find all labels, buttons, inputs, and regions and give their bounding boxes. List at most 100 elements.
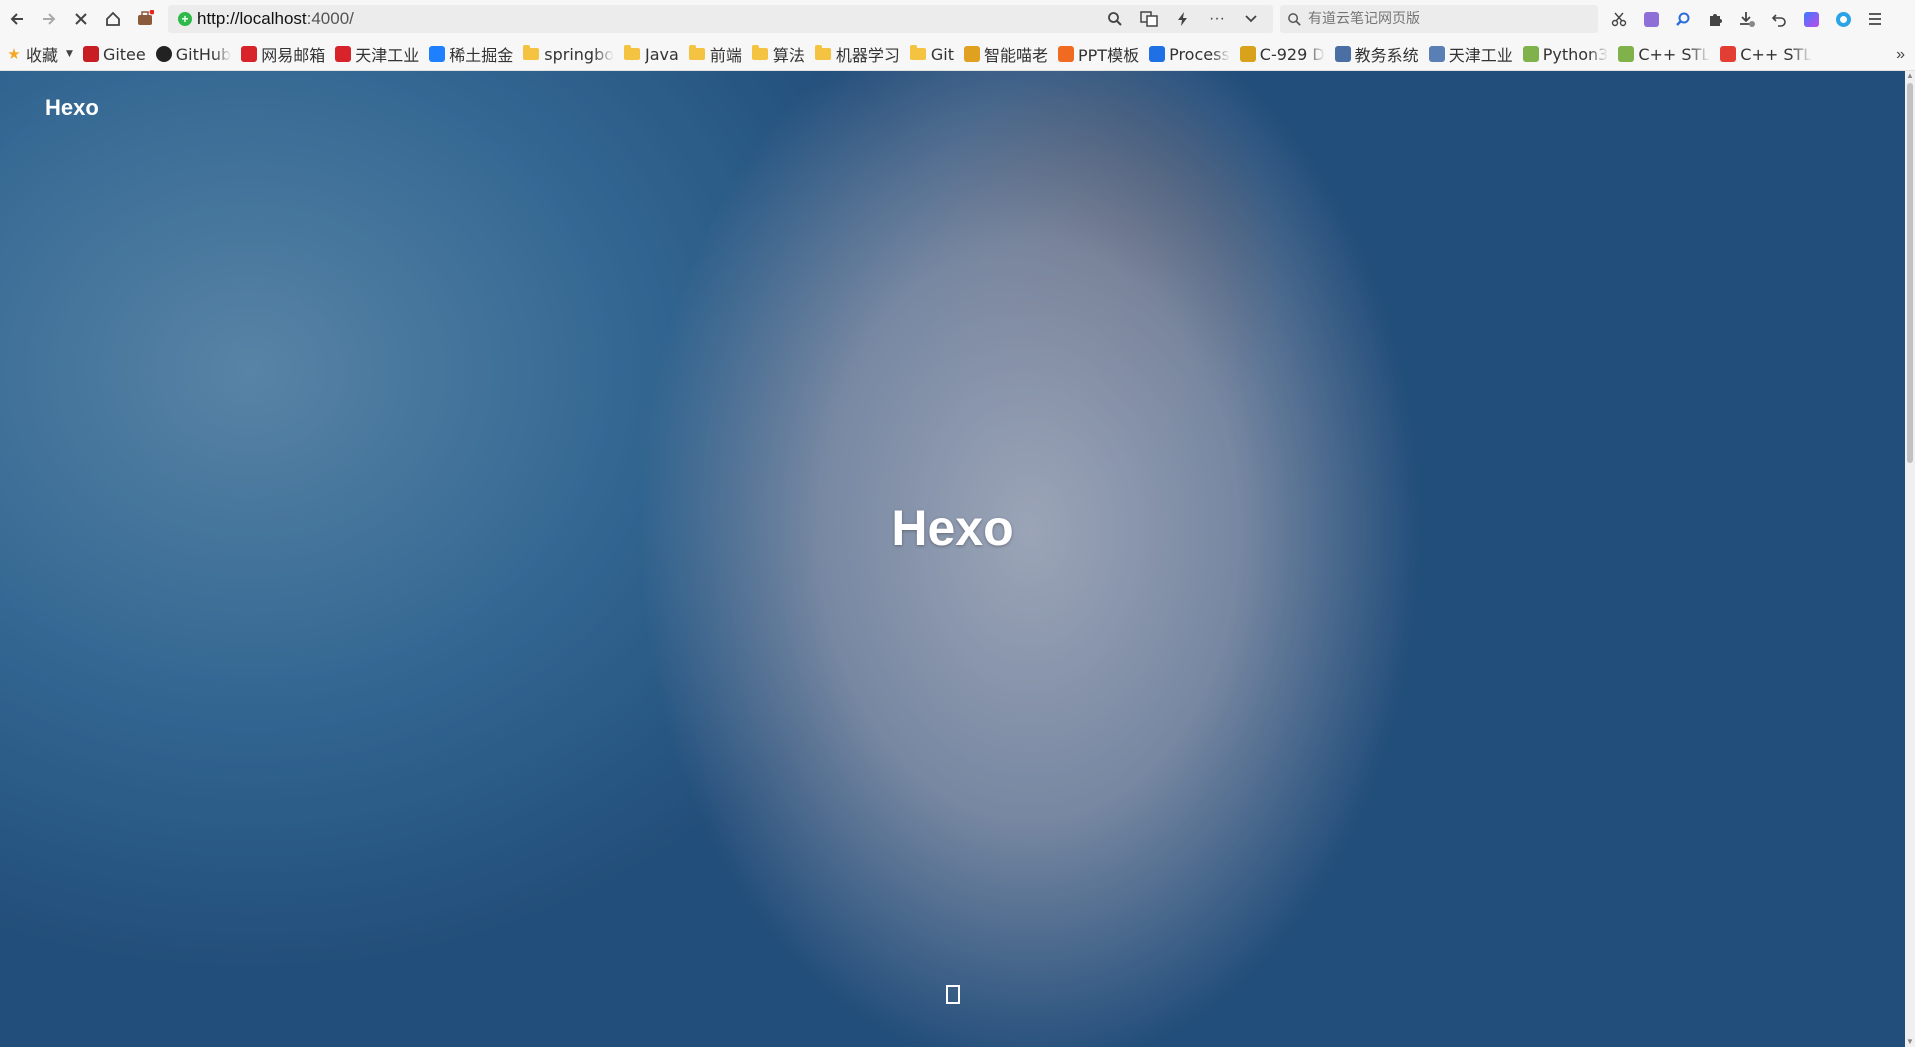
bookmark-item[interactable]: 智能喵老 <box>963 42 1048 66</box>
netease-mail-icon <box>241 46 258 62</box>
scrollbar-thumb[interactable] <box>1907 83 1913 463</box>
c929-icon <box>1239 46 1256 62</box>
cat-icon <box>963 46 980 62</box>
bookmark-label: 稀土掘金 <box>449 46 514 65</box>
bookmark-item[interactable]: ★ 收藏 ▼ <box>6 42 73 66</box>
bookmark-label: Python3 <box>1542 44 1609 64</box>
bookmark-label: 智能喵老 <box>983 46 1048 65</box>
stop-button[interactable] <box>66 4 96 34</box>
github-icon <box>155 46 172 62</box>
edge-extension-icon[interactable] <box>1829 4 1857 34</box>
bookmark-label: springbo <box>544 44 615 64</box>
runoob-icon <box>1522 46 1539 62</box>
bookmark-item[interactable]: C-929 D <box>1239 44 1325 64</box>
bookmark-label: PPT模板 <box>1078 46 1140 65</box>
page-scrollbar[interactable]: ▲ ▼ <box>1905 71 1915 1047</box>
arrow-right-icon <box>43 13 56 25</box>
gitee-icon <box>82 46 99 62</box>
bookmark-item[interactable]: C++ STL <box>1618 45 1710 64</box>
forward-button[interactable] <box>34 4 64 34</box>
extension-bag-button[interactable] <box>130 4 160 34</box>
bookmark-item[interactable]: GitHub <box>155 45 231 64</box>
magnifier-extension-icon[interactable] <box>1669 4 1697 34</box>
folder-icon <box>523 45 540 60</box>
menu-icon[interactable] <box>1861 4 1889 34</box>
home-button[interactable] <box>98 4 128 34</box>
address-bar-icons: ··· <box>1103 5 1263 33</box>
search-icon <box>1280 12 1308 27</box>
close-icon <box>75 13 87 25</box>
bookmark-label: 算法 <box>772 46 805 65</box>
search-box[interactable] <box>1280 5 1598 33</box>
chevron-double-right-icon[interactable]: » <box>1896 38 1905 70</box>
processon-icon <box>1149 46 1166 62</box>
bookmark-label: 天津工业 <box>1448 46 1513 65</box>
scroll-up-arrow-icon[interactable]: ▲ <box>1905 71 1915 81</box>
lightning-icon[interactable] <box>1171 7 1195 31</box>
scroll-down-arrow-icon[interactable]: ▼ <box>1905 1037 1915 1047</box>
back-button[interactable] <box>2 4 32 34</box>
bookmark-label: 教务系统 <box>1354 46 1419 65</box>
home-icon <box>106 11 120 26</box>
translate-icon[interactable] <box>1137 7 1161 31</box>
bookmark-label: Gitee <box>102 44 146 64</box>
chevron-down-icon[interactable] <box>1239 7 1263 31</box>
bookmark-item[interactable]: 天津工业 <box>1428 42 1513 66</box>
bookmark-label: Process <box>1169 44 1230 64</box>
bookmark-item[interactable]: springbo <box>523 45 614 64</box>
bookmark-item[interactable]: 机器学习 <box>814 42 900 66</box>
bookmark-label: 前端 <box>709 46 742 65</box>
scroll-down-icon[interactable] <box>946 985 960 1004</box>
undo-icon[interactable] <box>1765 4 1793 34</box>
puzzle-icon[interactable] <box>1701 4 1729 34</box>
tjpu-icon <box>335 46 352 62</box>
browser-toolbar: + http://localhost:4000/ ··· <box>0 0 1915 38</box>
juejin-icon <box>429 46 446 62</box>
bookmark-label: 网易邮箱 <box>261 46 326 65</box>
bookmark-item[interactable]: 网易邮箱 <box>241 42 325 66</box>
scissors-icon[interactable] <box>1605 4 1633 34</box>
bookmark-label: C-929 D <box>1259 44 1325 64</box>
browser-extensions <box>1605 4 1889 34</box>
bookmark-item[interactable]: Git <box>909 45 954 64</box>
folder-icon <box>688 45 705 60</box>
urp-icon <box>1334 46 1351 62</box>
bookmark-label: 天津工业 <box>355 46 420 65</box>
bookmark-item[interactable]: 稀土掘金 <box>429 42 513 66</box>
folder-icon <box>624 45 641 60</box>
bookmark-label: 收藏 <box>26 46 59 65</box>
tjpu-icon <box>1428 46 1445 62</box>
more-icon[interactable]: ··· <box>1205 7 1229 31</box>
bookmark-item[interactable]: 算法 <box>751 42 805 66</box>
address-bar[interactable]: + http://localhost:4000/ ··· <box>168 5 1273 33</box>
search-input[interactable] <box>1308 11 1578 27</box>
caret-down-icon[interactable]: ▼ <box>66 49 73 59</box>
ai-extension-icon[interactable] <box>1797 4 1825 34</box>
zoom-icon[interactable] <box>1103 7 1127 31</box>
bookmark-label: Java <box>645 44 679 64</box>
folder-icon <box>814 45 831 60</box>
csdn-icon <box>1720 46 1737 62</box>
ppt-icon <box>1058 46 1074 62</box>
hero-banner: Hexo Hexo <box>0 71 1905 1047</box>
arrow-left-icon <box>10 13 23 25</box>
download-icon[interactable] <box>1733 4 1761 34</box>
runoob-icon <box>1618 46 1635 62</box>
bookmark-label: C++ STL <box>1638 44 1711 64</box>
url-text[interactable]: http://localhost:4000/ <box>197 9 354 29</box>
bookmark-label: C++ STL <box>1740 44 1813 64</box>
bookmark-item[interactable]: Gitee <box>82 44 146 64</box>
bookmark-item[interactable]: 教务系统 <box>1334 42 1419 66</box>
bookmark-item[interactable]: C++ STL <box>1720 45 1812 64</box>
bookmark-item[interactable]: 前端 <box>688 42 742 66</box>
shield-check-icon: + <box>178 12 192 26</box>
bookmark-item[interactable]: Process <box>1149 45 1230 64</box>
bookmark-item[interactable]: 天津工业 <box>335 42 419 66</box>
site-title: Hexo <box>891 500 1014 556</box>
purple-extension-icon[interactable] <box>1637 4 1665 34</box>
site-brand-link[interactable]: Hexo <box>45 95 99 121</box>
bookmark-bar: ★ 收藏 ▼ Gitee GitHub 网易邮箱 天津工业 稀土掘金 springbo Java 前… <box>0 38 1915 71</box>
bookmark-item[interactable]: Python3 <box>1522 44 1609 64</box>
bookmark-item[interactable]: PPT模板 <box>1058 42 1139 66</box>
bookmark-item[interactable]: Java <box>624 45 679 64</box>
